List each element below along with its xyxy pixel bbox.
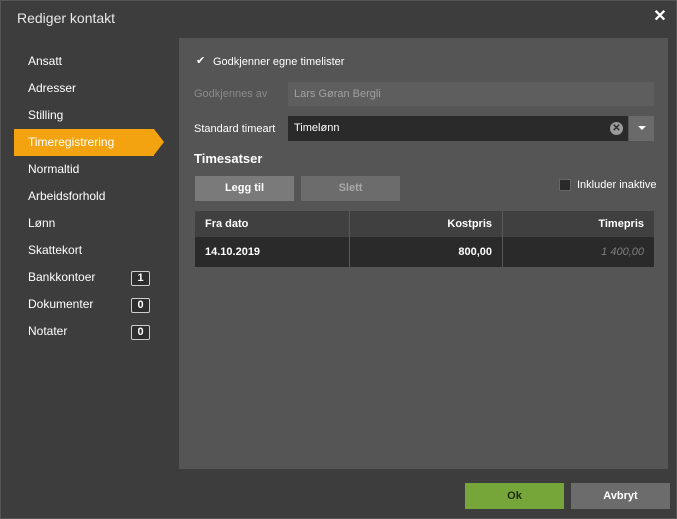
table-row[interactable]: 14.10.2019 800,00 1 400,00 — [195, 237, 654, 267]
sidebar-item-arbeidsforhold[interactable]: Arbeidsforhold — [14, 183, 164, 210]
sidebar-item-label: Adresser — [28, 81, 77, 95]
rates-table: Fra dato Kostpris Timepris 14.10.2019 80… — [195, 211, 654, 267]
sidebar-item-label: Bankkontoer — [28, 270, 96, 284]
sidebar-item-notater[interactable]: Notater 0 — [14, 318, 164, 345]
sidebar-item-bankkontoer[interactable]: Bankkontoer 1 — [14, 264, 164, 291]
sidebar-item-label: Stilling — [28, 108, 64, 122]
cancel-button[interactable]: Avbryt — [571, 483, 670, 509]
edit-contact-dialog: Rediger kontakt ✕ Ansatt Adresser Stilli… — [0, 0, 677, 519]
sidebar-item-label: Normaltid — [28, 162, 80, 176]
standard-type-label: Standard timeart — [194, 123, 276, 135]
sidebar-item-label: Lønn — [28, 216, 56, 230]
delete-rate-button[interactable]: Slett — [301, 176, 400, 201]
sidebar-item-adresser[interactable]: Adresser — [14, 75, 164, 102]
column-header-from-date[interactable]: Fra dato — [195, 211, 349, 237]
include-inactive-label: Inkluder inaktive — [577, 179, 657, 191]
column-header-hour-price[interactable]: Timepris — [502, 211, 654, 237]
timeregistrering-panel: Godkjenner egne timelister Godkjennes av… — [179, 38, 668, 469]
rates-title: Timesatser — [194, 151, 263, 166]
sidebar-item-dokumenter[interactable]: Dokumenter 0 — [14, 291, 164, 318]
dialog-title: Rediger kontakt — [17, 10, 116, 26]
column-header-cost-price[interactable]: Kostpris — [349, 211, 502, 237]
chevron-down-icon[interactable] — [629, 116, 654, 141]
count-badge: 1 — [131, 271, 150, 286]
approve-own-checkbox[interactable] — [195, 54, 207, 68]
sidebar-item-label: Ansatt — [28, 54, 63, 68]
sidebar-item-label: Skattekort — [28, 243, 83, 257]
count-badge: 0 — [131, 298, 150, 313]
sidebar-item-ansatt[interactable]: Ansatt — [14, 48, 164, 75]
approve-own-label: Godkjenner egne timelister — [213, 56, 345, 68]
sidebar-item-timeregistrering[interactable]: Timeregistrering — [14, 129, 164, 156]
table-header: Fra dato Kostpris Timepris — [195, 211, 654, 237]
sidebar-item-label: Dokumenter — [28, 297, 94, 311]
approved-by-label: Godkjennes av — [194, 88, 268, 100]
cell-from-date: 14.10.2019 — [205, 246, 261, 258]
sidebar: Ansatt Adresser Stilling Timeregistrerin… — [14, 48, 164, 345]
clear-icon[interactable]: ✕ — [610, 122, 623, 135]
approved-by-field: Lars Gøran Bergli — [288, 82, 654, 106]
add-rate-button[interactable]: Legg til — [195, 176, 294, 201]
count-badge: 0 — [131, 325, 150, 340]
include-inactive-checkbox[interactable] — [559, 179, 571, 191]
cell-hour-price: 1 400,00 — [502, 237, 654, 267]
include-inactive-row: Inkluder inaktive — [559, 179, 657, 191]
sidebar-item-normaltid[interactable]: Normaltid — [14, 156, 164, 183]
standard-type-select[interactable]: Timelønn — [288, 116, 628, 141]
sidebar-item-lonn[interactable]: Lønn — [14, 210, 164, 237]
sidebar-item-label: Timeregistrering — [28, 135, 115, 149]
sidebar-item-label: Notater — [28, 324, 68, 338]
sidebar-item-stilling[interactable]: Stilling — [14, 102, 164, 129]
sidebar-item-skattekort[interactable]: Skattekort — [14, 237, 164, 264]
dialog-titlebar: Rediger kontakt ✕ — [1, 1, 676, 35]
ok-button[interactable]: Ok — [465, 483, 564, 509]
cell-cost-price: 800,00 — [349, 237, 502, 267]
close-icon[interactable]: ✕ — [652, 9, 668, 25]
approve-own-row: Godkjenner egne timelister — [195, 54, 345, 68]
sidebar-item-label: Arbeidsforhold — [28, 189, 106, 203]
